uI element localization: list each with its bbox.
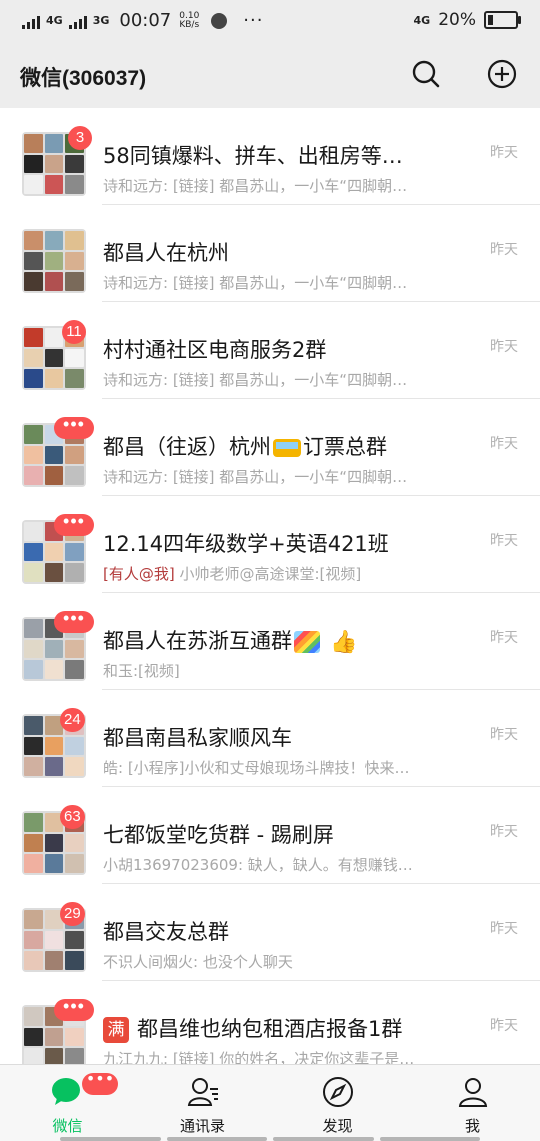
- chat-time: 昨天: [490, 727, 518, 743]
- chat-item[interactable]: 29 都昌交友总群 不识人间烟火: 也没个人聊天 昨天: [0, 884, 540, 981]
- thumbs-up-icon: 👍: [330, 629, 358, 655]
- network-type: 4G: [46, 14, 63, 27]
- search-icon[interactable]: [410, 58, 442, 90]
- chat-name: 村村通社区电商服务2群: [103, 338, 327, 362]
- chat-item[interactable]: 都昌人在杭州 诗和远方: [链接] 都昌苏山，一小车“四脚朝… 昨天: [0, 205, 540, 302]
- chat-item[interactable]: 24 都昌南昌私家顺风车 皓: [小程序]小伙和丈母娘现场斗牌技！快来… 昨天: [0, 690, 540, 787]
- chat-item[interactable]: 3 58同镇爆料、拼车、出租房等… 诗和远方: [链接] 都昌苏山，一小车“四脚…: [0, 108, 540, 205]
- chat-time: 昨天: [490, 145, 518, 161]
- chat-preview: [有人@我] 小帅老师@高途课堂:[视频]: [103, 565, 362, 583]
- chat-item[interactable]: ••• 都昌（往返）杭州 订票总群 诗和远方: [链接] 都昌苏山，一小车“四脚朝…: [0, 399, 540, 496]
- tab-unread-badge: •••: [82, 1071, 118, 1095]
- clock: 00:07: [119, 10, 172, 31]
- unread-badge: 3: [68, 126, 92, 150]
- profile-icon: [458, 1078, 487, 1107]
- chat-preview: 诗和远方: [链接] 都昌苏山，一小车“四脚朝…: [103, 274, 408, 292]
- compass-icon: [322, 1077, 353, 1107]
- status-bar: 4G 3G 00:07 0.10 KB/s ··· 4G 20%: [0, 0, 540, 42]
- tab-label: 我: [464, 1117, 480, 1135]
- chat-item[interactable]: ••• 12.14四年级数学+英语421班 [有人@我] 小帅老师@高途课堂:[…: [0, 496, 540, 593]
- net-speed: 0.10 KB/s: [179, 10, 200, 30]
- chat-name: 58同镇爆料、拼车、出租房等…: [103, 144, 403, 168]
- chat-preview: 九江九九: [链接] 你的姓名，决定你这辈子是…: [103, 1050, 415, 1064]
- tab-label: 通讯录: [179, 1117, 225, 1135]
- muted-unread-badge: •••: [54, 997, 94, 1021]
- browser-icon: [211, 12, 228, 29]
- chat-preview: 诗和远方: [链接] 都昌苏山，一小车“四脚朝…: [103, 371, 408, 389]
- chat-preview: 不识人间烟火: 也没个人聊天: [103, 953, 293, 971]
- full-icon: 满: [103, 1017, 129, 1043]
- bus-icon: [273, 439, 301, 457]
- chat-list[interactable]: 3 58同镇爆料、拼车、出租房等… 诗和远方: [链接] 都昌苏山，一小车“四脚…: [0, 108, 540, 1064]
- unread-badge: 29: [60, 902, 85, 926]
- chat-preview: 皓: [小程序]小伙和丈母娘现场斗牌技！快来…: [103, 759, 410, 777]
- tab-contacts[interactable]: 通讯录: [135, 1065, 270, 1141]
- chat-preview: 和玉:[视频]: [103, 662, 180, 680]
- gesture-bar: [60, 1137, 480, 1141]
- signal-icon: [22, 13, 40, 29]
- chat-preview: 小胡13697023609: 缺人，缺人。有想赚钱…: [103, 856, 413, 874]
- chat-time: 昨天: [490, 533, 518, 549]
- chat-bubble-icon: [51, 1078, 80, 1105]
- header: 微信(306037): [0, 42, 540, 108]
- chat-time: 昨天: [490, 339, 518, 355]
- muted-unread-badge: •••: [54, 415, 94, 439]
- chat-preview: 诗和远方: [链接] 都昌苏山，一小车“四脚朝…: [103, 468, 408, 486]
- muted-unread-badge: •••: [54, 609, 94, 633]
- bottom-tab-bar: ••• 微信 通讯录 发现 我: [0, 1064, 540, 1141]
- chat-name: 都昌（往返）杭州 订票总群: [103, 435, 387, 459]
- tab-chats[interactable]: ••• 微信: [0, 1065, 135, 1141]
- chat-name: 都昌人在杭州: [103, 241, 229, 265]
- chat-item[interactable]: ••• 都昌人在苏浙互通群 👍 和玉:[视频] 昨天: [0, 593, 540, 690]
- network-type-right: 4G: [413, 13, 431, 27]
- chat-time: 昨天: [490, 242, 518, 258]
- rainbow-icon: [294, 631, 320, 653]
- chat-time: 昨天: [490, 436, 518, 452]
- contacts-icon: [187, 1078, 218, 1106]
- group-avatar: [22, 229, 86, 293]
- chat-name: 七都饭堂吃货群 - 踢刷屏: [103, 823, 334, 847]
- tab-label: 微信: [52, 1117, 83, 1135]
- network-type-2: 3G: [92, 14, 110, 27]
- chat-name: 都昌人在苏浙互通群 👍: [103, 629, 358, 655]
- tab-label: 发现: [322, 1117, 353, 1135]
- chat-name: 都昌南昌私家顺风车: [103, 726, 292, 750]
- signal-icon-2: [68, 13, 87, 29]
- chat-preview: 诗和远方: [链接] 都昌苏山，一小车“四脚朝…: [103, 177, 408, 195]
- mention-tag: [有人@我]: [103, 565, 175, 583]
- chat-name: 都昌交友总群: [103, 920, 229, 944]
- tab-me[interactable]: 我: [405, 1065, 540, 1141]
- unread-badge: 63: [60, 805, 85, 829]
- muted-unread-badge: •••: [54, 512, 94, 536]
- chat-item[interactable]: 63 七都饭堂吃货群 - 踢刷屏 小胡13697023609: 缺人，缺人。有想…: [0, 787, 540, 884]
- chat-item[interactable]: ••• 满都昌维也纳包租酒店报备1群 九江九九: [链接] 你的姓名，决定你这辈…: [0, 981, 540, 1064]
- unread-badge: 24: [60, 708, 85, 732]
- add-icon[interactable]: [486, 58, 518, 90]
- chat-time: 昨天: [490, 921, 518, 937]
- chat-time: 昨天: [490, 630, 518, 646]
- chat-name: 满都昌维也纳包租酒店报备1群: [103, 1013, 443, 1043]
- chat-time: 昨天: [490, 1018, 518, 1034]
- tab-discover[interactable]: 发现: [270, 1065, 405, 1141]
- chat-item[interactable]: 11 村村通社区电商服务2群 诗和远方: [链接] 都昌苏山，一小车“四脚朝… …: [0, 302, 540, 399]
- chat-name: 12.14四年级数学+英语421班: [103, 532, 389, 556]
- unread-badge: 11: [62, 320, 86, 344]
- battery-percent: 20%: [438, 10, 476, 30]
- more-notifications: ···: [243, 10, 264, 31]
- battery-icon: [484, 11, 521, 29]
- page-title: 微信(306037): [20, 67, 147, 90]
- chat-time: 昨天: [490, 824, 518, 840]
